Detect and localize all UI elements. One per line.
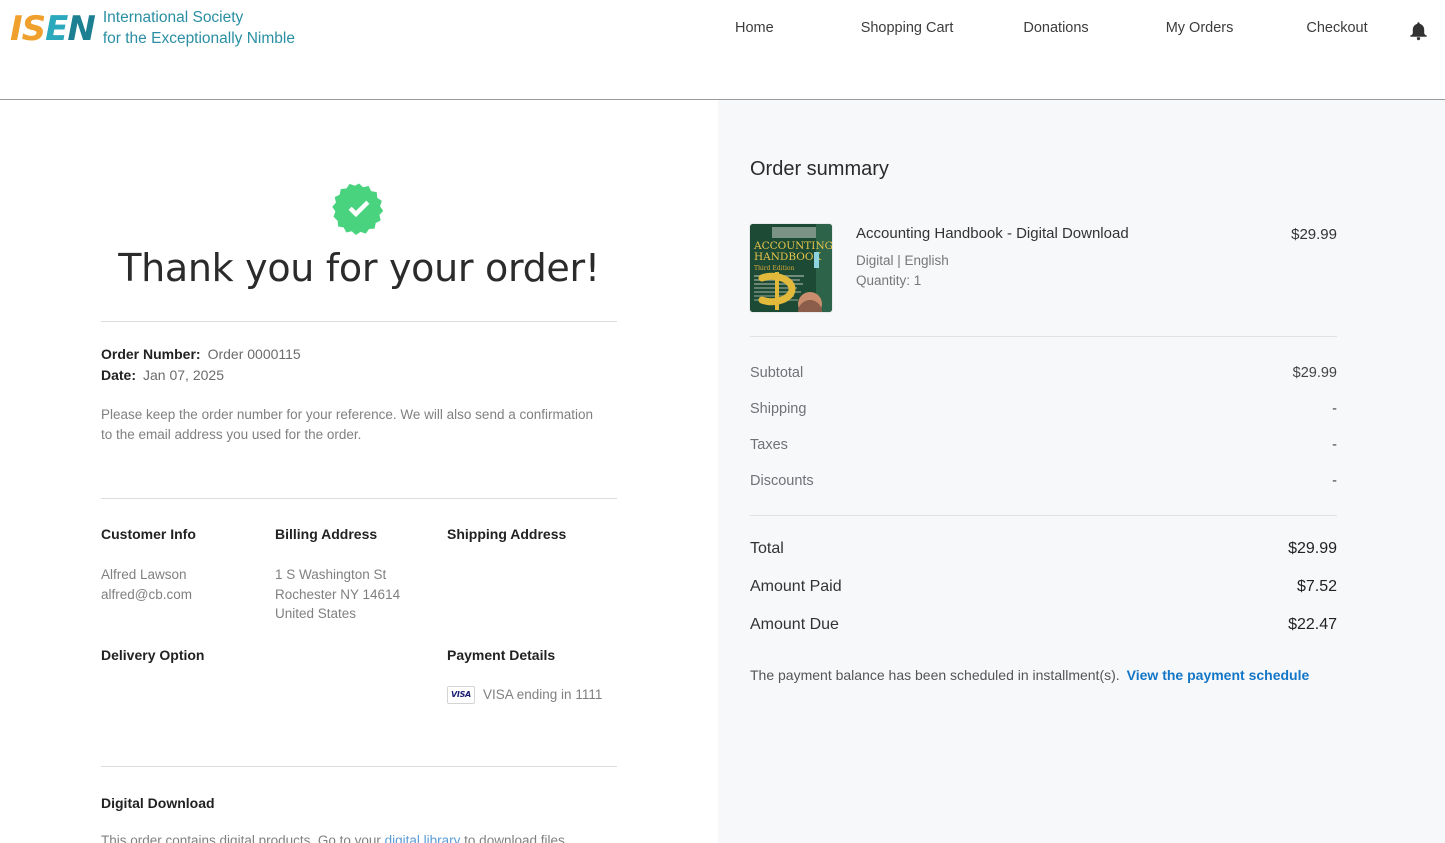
summary-value: $29.99	[1292, 365, 1337, 381]
book-cover-image: ACCOUNTING HANDBOOK Third Edition	[750, 224, 832, 312]
billing-address-line2: Rochester NY 14614	[275, 586, 401, 602]
delivery-payment-section: Delivery Option Payment Details VISA VIS…	[101, 624, 617, 704]
billing-address-title: Billing Address	[275, 526, 378, 542]
order-date-row: Date: Jan 07, 2025	[101, 365, 617, 386]
order-totals: Total $29.99 Amount Paid $7.52 Amount Du…	[750, 516, 1337, 644]
payment-method-text: VISA ending in 1111	[483, 687, 603, 702]
order-summary-title: Order summary	[750, 158, 889, 180]
order-number-label: Order Number:	[101, 346, 201, 362]
summary-label: Taxes	[750, 437, 788, 453]
digital-download-text: This order contains digital products. Go…	[101, 831, 617, 843]
total-row: Total $29.99	[750, 530, 1337, 568]
order-note: Please keep the order number for your re…	[101, 407, 593, 442]
customer-info-title: Customer Info	[101, 526, 196, 542]
order-number-value: Order 0000115	[207, 346, 301, 362]
amount-due-label: Amount Due	[750, 616, 839, 633]
billing-address-block: Billing Address 1 S Washington St Roches…	[275, 526, 447, 624]
total-value: $29.99	[1288, 540, 1337, 557]
order-item-name: Accounting Handbook - Digital Download	[856, 225, 1129, 242]
digital-download-text-after: to download files.	[460, 832, 569, 843]
nav-item-shopping-cart[interactable]: Shopping Cart	[861, 20, 954, 36]
address-section: Customer Info Alfred Lawson alfred@cb.co…	[101, 499, 617, 624]
order-item-row: ACCOUNTING HANDBOOK Third Edition Accoun…	[750, 224, 1337, 336]
order-item-price: $29.99	[1291, 226, 1337, 243]
shipping-address-block: Shipping Address	[447, 526, 617, 624]
logo-letter-i: I	[10, 8, 23, 49]
delivery-option-block: Delivery Option	[101, 647, 275, 704]
main-navigation: Home Shopping Cart Donations My Orders C…	[735, 20, 1368, 36]
customer-info-block: Customer Info Alfred Lawson alfred@cb.co…	[101, 526, 275, 624]
payment-method-row: VISA VISA ending in 1111	[447, 685, 617, 704]
spacer-block	[275, 647, 447, 704]
site-header: ISEN International Society for the Excep…	[0, 0, 1445, 100]
logo-letter-n: N	[67, 8, 95, 49]
summary-label: Shipping	[750, 401, 807, 417]
product-thumbnail: ACCOUNTING HANDBOOK Third Edition	[750, 224, 832, 312]
digital-download-title: Digital Download	[101, 794, 215, 811]
order-date-value: Jan 07, 2025	[143, 367, 224, 383]
logo-wordmark-line2: for the Exceptionally Nimble	[102, 29, 295, 47]
delivery-option-title: Delivery Option	[101, 646, 205, 663]
view-payment-schedule-link[interactable]: View the payment schedule	[1127, 667, 1310, 683]
svg-text:HANDBOOK: HANDBOOK	[754, 251, 821, 263]
nav-item-home[interactable]: Home	[735, 20, 774, 36]
amount-paid-row: Amount Paid $7.52	[750, 568, 1337, 606]
logo-mark: ISEN	[10, 8, 96, 49]
summary-label: Subtotal	[750, 365, 804, 381]
order-confirmation-panel: Thank you for your order! Order Number: O…	[0, 100, 718, 843]
payment-schedule-note: The payment balance has been scheduled i…	[750, 667, 1337, 683]
billing-address-line3: United States	[275, 606, 357, 621]
check-badge-icon	[332, 183, 384, 236]
customer-name: Alfred Lawson	[101, 567, 187, 582]
logo-wordmark-line1: International Society	[102, 9, 244, 26]
summary-value: -	[1332, 437, 1337, 453]
amount-paid-value: $7.52	[1296, 578, 1337, 595]
billing-address-line1: 1 S Washington St	[275, 567, 387, 582]
digital-download-text-before: This order contains digital products. Go…	[101, 832, 385, 843]
order-item-attributes: Digital | English	[856, 253, 949, 268]
summary-row-shipping: Shipping -	[750, 391, 1337, 427]
summary-row-discounts: Discounts -	[750, 463, 1337, 499]
logo-letter-e: E	[45, 8, 68, 49]
summary-label: Discounts	[750, 473, 814, 489]
order-item-details: Accounting Handbook - Digital Download D…	[856, 224, 1267, 291]
summary-row-taxes: Taxes -	[750, 427, 1337, 463]
customer-email: alfred@cb.com	[101, 586, 192, 602]
order-summary-panel: Order summary ACCOUNTING HANDBOOK Third …	[718, 100, 1445, 843]
order-date-label: Date:	[101, 367, 137, 383]
success-badge-row	[101, 182, 617, 236]
amount-due-row: Amount Due $22.47	[750, 606, 1337, 644]
payment-details-block: Payment Details VISA VISA ending in 1111	[447, 647, 617, 704]
summary-row-subtotal: Subtotal $29.99	[750, 355, 1337, 391]
page-title: Thank you for your order!	[118, 246, 600, 290]
amount-paid-label: Amount Paid	[750, 578, 842, 595]
order-item-quantity: Quantity: 1	[856, 273, 922, 288]
order-number-row: Order Number: Order 0000115	[101, 344, 617, 365]
bell-icon	[1409, 21, 1427, 40]
visa-card-icon: VISA	[447, 685, 475, 704]
page-body: Thank you for your order! Order Number: O…	[0, 100, 1445, 843]
payment-details-title: Payment Details	[447, 646, 556, 663]
site-logo[interactable]: ISEN International Society for the Excep…	[0, 0, 295, 50]
digital-download-block: Digital Download This order contains dig…	[101, 767, 617, 843]
payment-schedule-text: The payment balance has been scheduled i…	[750, 667, 1120, 683]
amount-due-value: $22.47	[1288, 616, 1337, 633]
svg-text:Third Edition: Third Edition	[754, 265, 794, 272]
summary-value: -	[1332, 401, 1337, 417]
summary-value: -	[1332, 473, 1337, 489]
order-summary-lines: Subtotal $29.99 Shipping - Taxes - Disco…	[750, 337, 1337, 515]
nav-item-donations[interactable]: Donations	[1023, 20, 1088, 36]
order-meta: Order Number: Order 0000115 Date: Jan 07, …	[101, 322, 617, 445]
total-label: Total	[750, 540, 784, 557]
notifications-button[interactable]	[1401, 14, 1435, 48]
nav-item-checkout[interactable]: Checkout	[1306, 20, 1367, 36]
nav-item-my-orders[interactable]: My Orders	[1166, 20, 1234, 36]
digital-library-link[interactable]: digital library	[385, 833, 461, 843]
logo-letter-s: S	[21, 8, 46, 49]
logo-wordmark: International Society for the Exceptiona…	[103, 8, 295, 50]
shipping-address-title: Shipping Address	[447, 526, 567, 542]
